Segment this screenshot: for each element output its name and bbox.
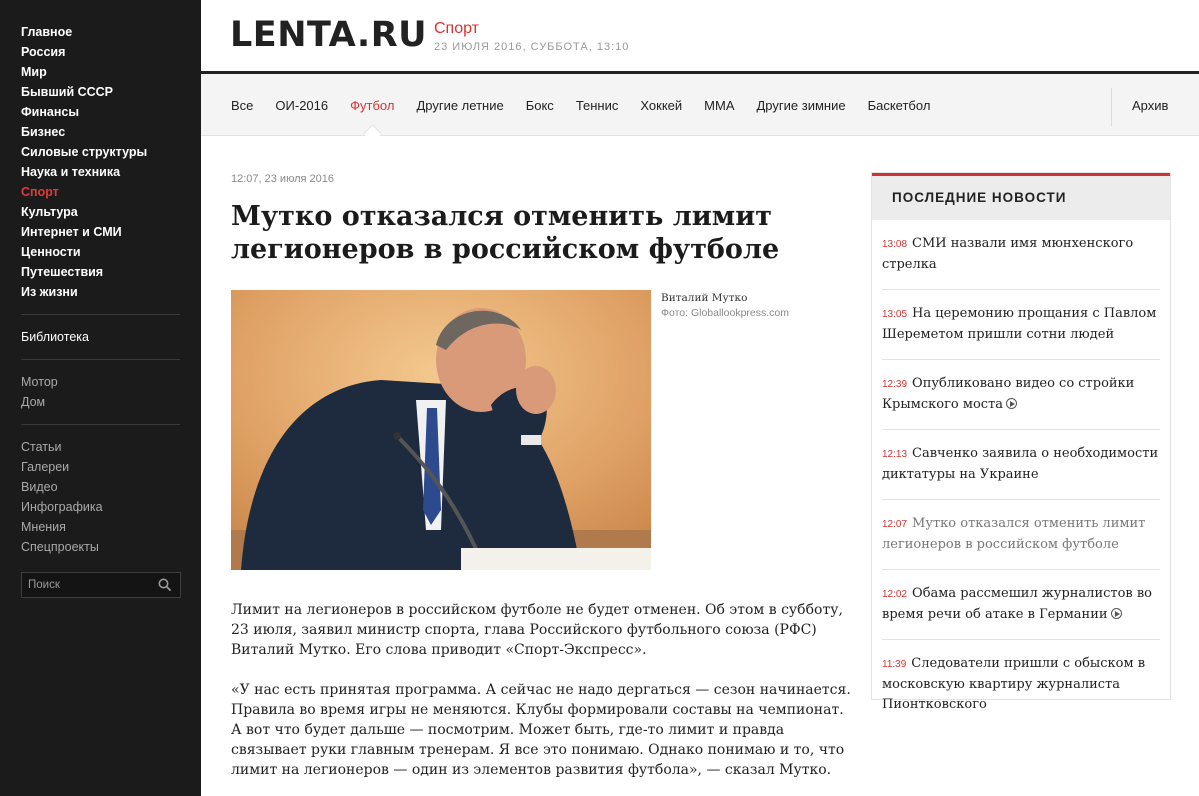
- sidebar-item-silovye[interactable]: Силовые структуры: [21, 142, 201, 162]
- news-time: 12:07: [882, 519, 908, 530]
- tab-futbol[interactable]: Футбол: [350, 98, 394, 113]
- sidebar-item-nauka[interactable]: Наука и техника: [21, 162, 201, 182]
- sidebar-item-mneniya[interactable]: Мнения: [21, 517, 201, 537]
- news-item[interactable]: 12:13 Савченко заявила о необходимости ди…: [882, 430, 1160, 500]
- tab-vse[interactable]: Все: [231, 98, 253, 113]
- sidebar-item-finansy[interactable]: Финансы: [21, 102, 201, 122]
- news-time: 12:13: [882, 449, 908, 460]
- sidebar-formats: Статьи Галереи Видео Инфографика Мнения …: [0, 425, 201, 569]
- video-play-icon: [1006, 398, 1018, 409]
- article-paragraph: Лимит на легионеров в российском футболе…: [231, 602, 843, 658]
- news-headline[interactable]: На церемонию прощания с Павлом Шереметом…: [882, 306, 1156, 342]
- sidebar-item-galerei[interactable]: Галереи: [21, 457, 201, 477]
- tab-drugie-letnie[interactable]: Другие летние: [416, 98, 503, 113]
- article-title: Мутко отказался отменить лимит легионеро…: [231, 201, 780, 265]
- photo-illustration: [231, 290, 651, 570]
- article-photo[interactable]: [231, 290, 651, 570]
- news-time: 12:39: [882, 379, 908, 390]
- tab-oi-2016[interactable]: ОИ-2016: [275, 98, 328, 113]
- news-headline[interactable]: Следователи пришли с обыском в московску…: [882, 656, 1145, 712]
- sidebar-item-biblioteka[interactable]: Библиотека: [21, 327, 201, 347]
- news-item[interactable]: 12:07 Мутко отказался отменить лимит леги…: [882, 500, 1160, 570]
- sidebar-item-mir[interactable]: Мир: [21, 62, 201, 82]
- sidebar-item-glavnoe[interactable]: Главное: [21, 22, 201, 42]
- sidebar-item-dom[interactable]: Дом: [21, 392, 201, 412]
- sidebar-item-video[interactable]: Видео: [21, 477, 201, 497]
- news-time: 12:02: [882, 589, 908, 600]
- sidebar-item-kultura[interactable]: Культура: [21, 202, 201, 222]
- sidebar-item-sport[interactable]: Спорт: [21, 182, 201, 202]
- search-icon[interactable]: [158, 578, 172, 592]
- tab-boks[interactable]: Бокс: [526, 98, 554, 113]
- news-item[interactable]: 11:39 Следователи пришли с обыском в моск…: [882, 640, 1160, 729]
- sidebar-item-motor[interactable]: Мотор: [21, 372, 201, 392]
- search-box: [21, 572, 181, 598]
- site-logo[interactable]: LENTA.RU: [230, 15, 427, 55]
- news-item[interactable]: 12:39 Опубликовано видео со стройки Крымс…: [882, 360, 1160, 430]
- current-date: 23 ИЮЛЯ 2016, СУББОТА, 13:10: [434, 41, 630, 53]
- sidebar-item-internet[interactable]: Интернет и СМИ: [21, 222, 201, 242]
- archive-link[interactable]: Архив: [1132, 98, 1168, 113]
- news-headline[interactable]: Мутко отказался отменить лимит легионеро…: [882, 516, 1145, 552]
- sidebar-projects: Мотор Дом: [0, 360, 201, 424]
- sidebar-item-stati[interactable]: Статьи: [21, 437, 201, 457]
- news-item[interactable]: 13:05 На церемонию прощания с Павлом Шере…: [882, 290, 1160, 360]
- article-paragraph: «У нас есть принятая программа. А сейчас…: [231, 682, 851, 778]
- sport-subnav: Все ОИ-2016 Футбол Другие летние Бокс Те…: [201, 74, 1199, 136]
- caption-credit: Фото: Globallookpress.com: [661, 307, 789, 319]
- photo-caption: Виталий Мутко Фото: Globallookpress.com: [661, 291, 851, 321]
- tab-drugie-zimnie[interactable]: Другие зимние: [757, 98, 846, 113]
- sidebar-main-nav: Главное Россия Мир Бывший СССР Финансы Б…: [0, 0, 201, 302]
- news-item[interactable]: 13:08 СМИ назвали имя мюнхенского стрелка: [882, 220, 1160, 290]
- sidebar-item-rossiya[interactable]: Россия: [21, 42, 201, 62]
- tab-tennis[interactable]: Теннис: [576, 98, 619, 113]
- sidebar-item-byvshiy-sssr[interactable]: Бывший СССР: [21, 82, 201, 102]
- sidebar-item-specproekty[interactable]: Спецпроекты: [21, 537, 201, 557]
- latest-news-heading: ПОСЛЕДНИЕ НОВОСТИ: [872, 173, 1170, 220]
- latest-news-list: 13:08 СМИ назвали имя мюнхенского стрелка…: [872, 220, 1170, 729]
- news-item[interactable]: 12:02 Обама рассмешил журналистов во врем…: [882, 570, 1160, 640]
- sidebar: Главное Россия Мир Бывший СССР Финансы Б…: [0, 0, 201, 796]
- sidebar-item-iz-zhizni[interactable]: Из жизни: [21, 282, 201, 302]
- sidebar-item-cennosti[interactable]: Ценности: [21, 242, 201, 262]
- sidebar-item-biznes[interactable]: Бизнес: [21, 122, 201, 142]
- video-play-icon: [1110, 608, 1122, 619]
- search-input[interactable]: [22, 573, 152, 597]
- news-headline[interactable]: Савченко заявила о необходимости диктату…: [882, 446, 1158, 482]
- article-time: 12:07, 23 июля 2016: [231, 173, 334, 185]
- news-time: 11:39: [882, 659, 907, 670]
- sidebar-item-infografika[interactable]: Инфографика: [21, 497, 201, 517]
- latest-news-panel: ПОСЛЕДНИЕ НОВОСТИ 13:08 СМИ назвали имя м…: [871, 172, 1171, 712]
- section-title[interactable]: Спорт: [434, 20, 479, 38]
- caption-name: Виталий Мутко: [661, 292, 748, 304]
- nav-separator: [1111, 88, 1112, 126]
- tab-basketbol[interactable]: Баскетбол: [868, 98, 931, 113]
- news-time: 13:08: [882, 239, 908, 250]
- sidebar-item-puteshestviya[interactable]: Путешествия: [21, 262, 201, 282]
- header: LENTA.RU Спорт 23 ИЮЛЯ 2016, СУББОТА, 13…: [201, 0, 1199, 72]
- news-headline[interactable]: СМИ назвали имя мюнхенского стрелка: [882, 236, 1133, 272]
- news-time: 13:05: [882, 309, 908, 320]
- tab-hokkey[interactable]: Хоккей: [640, 98, 682, 113]
- tab-mma[interactable]: MMA: [704, 98, 734, 113]
